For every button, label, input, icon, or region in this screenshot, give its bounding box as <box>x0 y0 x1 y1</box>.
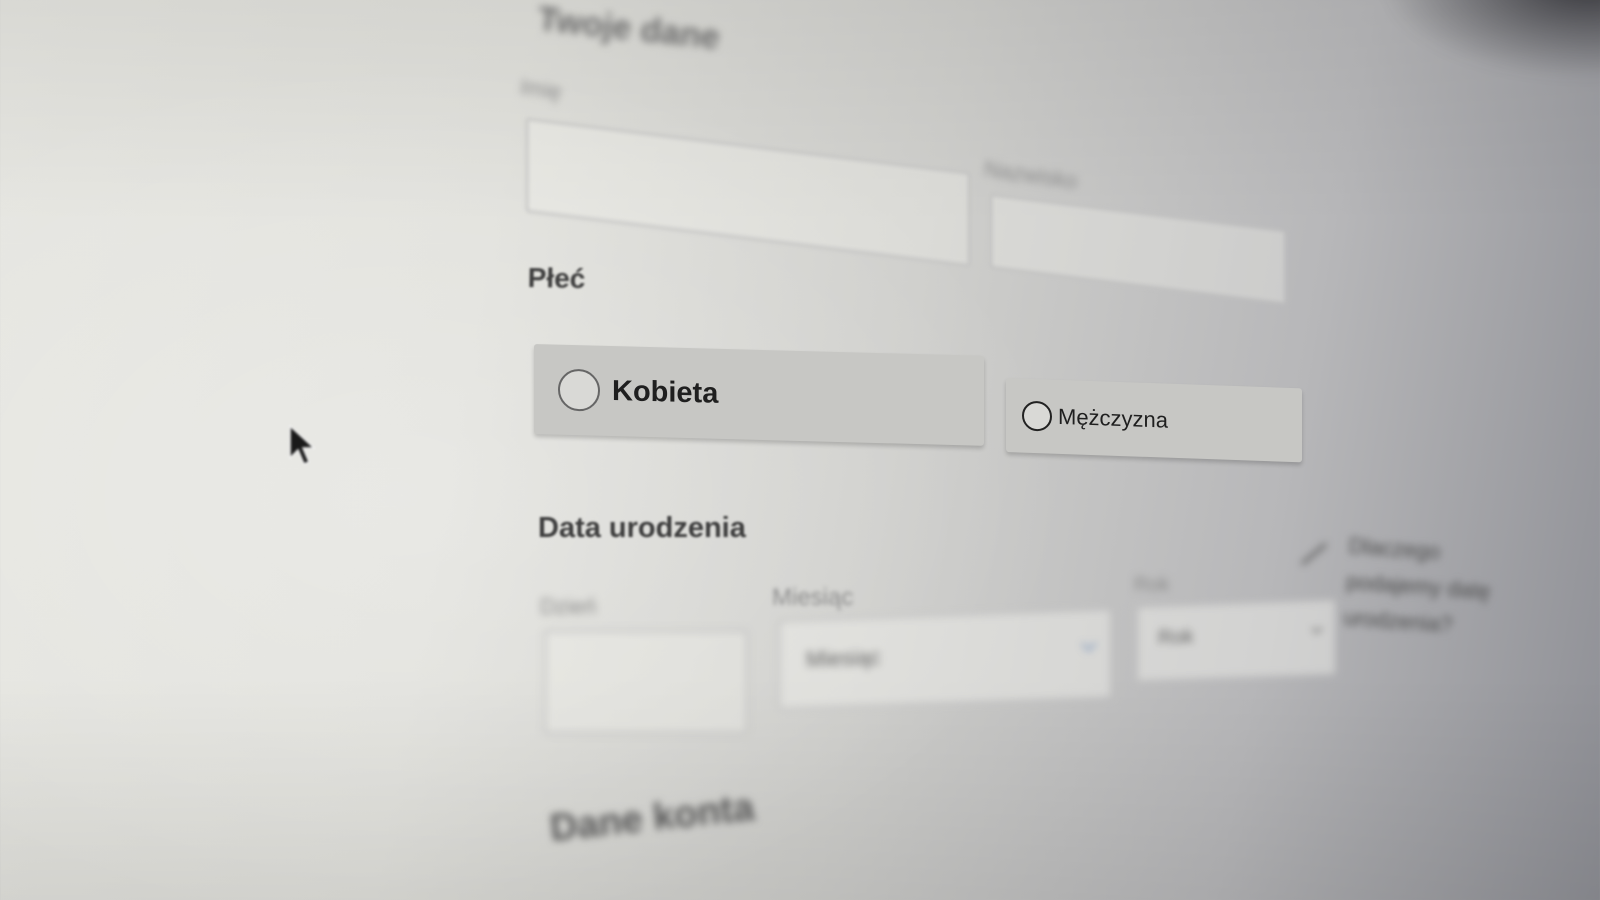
day-label: Dzień <box>540 594 597 619</box>
chevron-down-icon <box>1081 642 1097 652</box>
radio-label-female: Kobieta <box>612 374 719 410</box>
month-label: Miesiąc <box>772 584 854 611</box>
info-icon[interactable] <box>1296 536 1332 572</box>
birth-date-heading: Data urodzenia <box>538 512 746 544</box>
month-select-value: Miesiąc <box>806 644 881 673</box>
account-heading: Dane konta <box>548 786 757 850</box>
first-name-input[interactable] <box>526 118 970 267</box>
radio-circle-icon[interactable] <box>558 368 600 412</box>
year-select-value: Rok <box>1158 625 1194 650</box>
last-name-label: Nazwisko <box>982 156 1080 194</box>
year-label: Rok <box>1134 574 1170 596</box>
birth-date-help-link[interactable]: Dlaczego podajemy datę urodzenia? <box>1342 528 1519 648</box>
chevron-down-icon <box>1311 626 1323 635</box>
gender-heading: Płeć <box>527 262 586 295</box>
day-input[interactable] <box>544 630 748 734</box>
mouse-pointer-icon <box>289 424 316 465</box>
month-select[interactable]: Miesiąc <box>778 608 1112 710</box>
radio-option-female[interactable]: Kobieta <box>534 344 984 446</box>
radio-option-male[interactable]: Mężczyzna <box>1006 378 1302 463</box>
year-select[interactable]: Rok <box>1136 599 1336 682</box>
radio-label-male: Mężczyzna <box>1058 403 1169 433</box>
radio-circle-icon[interactable] <box>1022 400 1052 432</box>
first-name-label: Imię <box>518 74 564 105</box>
form-heading: Twoje dane <box>536 0 722 57</box>
last-name-input[interactable] <box>990 194 1286 305</box>
registration-form: Twoje dane Imię Nazwisko Płeć Kobieta Mę… <box>0 0 1600 900</box>
